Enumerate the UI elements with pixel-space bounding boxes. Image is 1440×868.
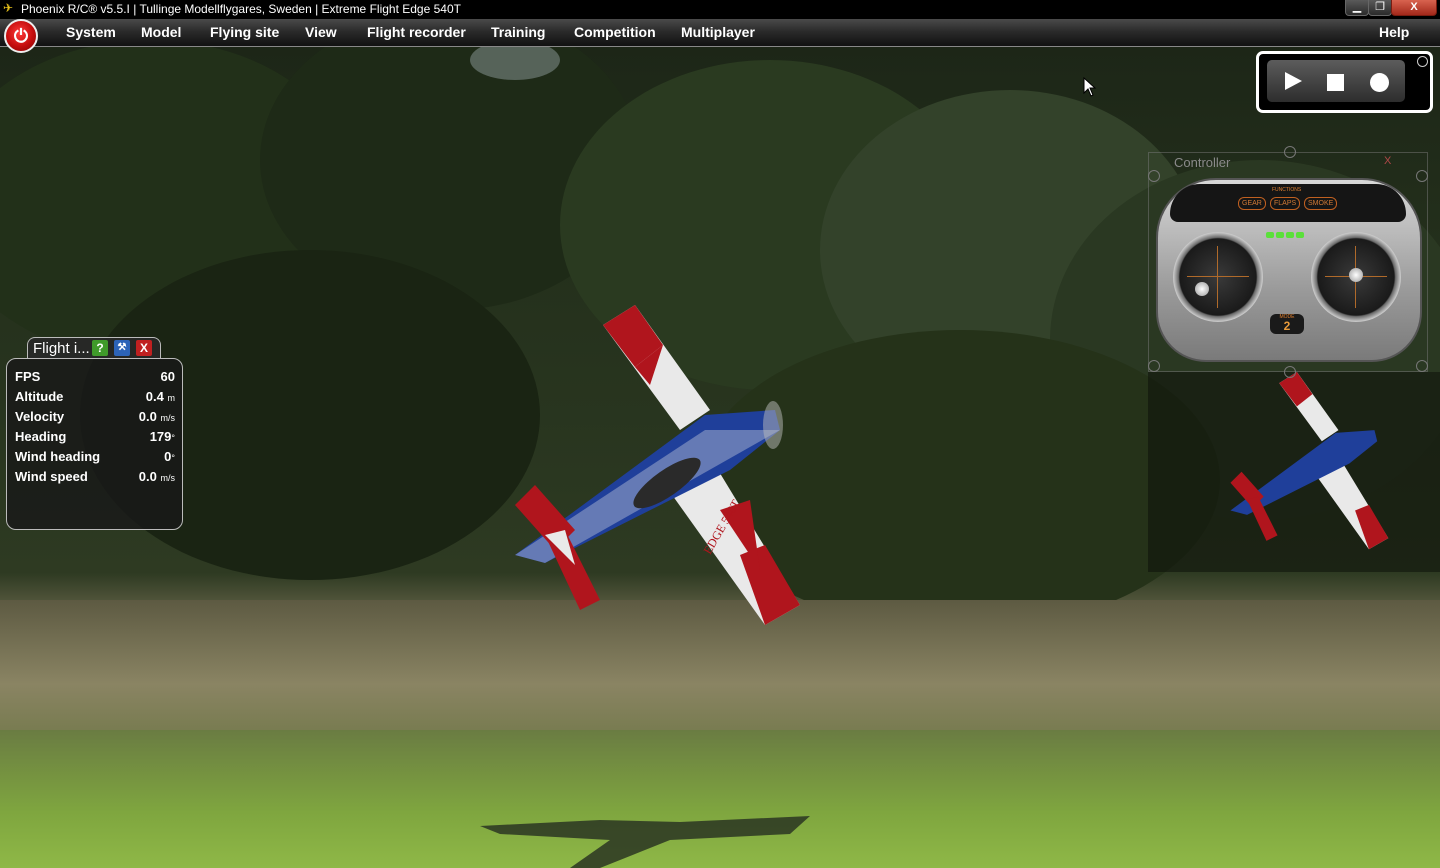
controller-title: Controller (1174, 155, 1231, 170)
fps-label: FPS (15, 369, 41, 384)
resize-handle[interactable] (1416, 360, 1428, 372)
resize-handle[interactable] (1416, 170, 1428, 182)
menu-flying-site[interactable]: Flying site (210, 19, 279, 46)
flight-info-title: Flight i... (33, 340, 90, 357)
fps-value: 60 (160, 369, 175, 384)
play-icon[interactable] (1285, 72, 1302, 90)
right-stick (1349, 268, 1363, 282)
altitude-value: 0.4 m (145, 389, 175, 404)
menu-multiplayer[interactable]: Multiplayer (681, 19, 755, 46)
power-button[interactable]: ⏻ (4, 19, 38, 53)
resize-handle[interactable] (1284, 146, 1296, 158)
velocity-row: Velocity 0.0 m/s (15, 409, 175, 427)
flight-recorder-panel (1256, 51, 1433, 113)
resize-handle[interactable] (1284, 366, 1296, 378)
resize-handle[interactable] (1148, 170, 1160, 182)
controller-close-button[interactable]: X (1384, 155, 1391, 167)
aircraft-edge-540t: EDGE 540T (515, 305, 800, 625)
wind-heading-value: 0° (164, 449, 175, 464)
chase-camera-view (1148, 372, 1440, 572)
recorder-controls (1267, 60, 1405, 102)
left-stick-gimbal (1173, 232, 1263, 322)
altitude-label: Altitude (15, 389, 64, 404)
menu-model[interactable]: Model (141, 19, 181, 46)
menu-flight-recorder[interactable]: Flight recorder (367, 19, 466, 46)
restore-button[interactable]: ❐ (1368, 0, 1392, 16)
mode-indicator: MODE 2 (1270, 314, 1304, 334)
wind-heading-label: Wind heading (15, 449, 101, 464)
record-icon[interactable] (1370, 73, 1389, 92)
battery-leds (1266, 225, 1310, 238)
flight-info-panel: Flight i... ? ⚒ X FPS 60 Altitude 0.4 m … (6, 337, 183, 530)
fps-row: FPS 60 (15, 369, 175, 387)
settings-tools-icon[interactable]: ⚒ (114, 340, 130, 356)
gear-switch: GEAR (1238, 197, 1266, 210)
wind-speed-label: Wind speed (15, 469, 88, 484)
help-button[interactable]: ? (92, 340, 108, 356)
flight-info-close-button[interactable]: X (136, 340, 152, 356)
resize-handle[interactable] (1148, 360, 1160, 372)
flight-info-body: FPS 60 Altitude 0.4 m Velocity 0.0 m/s H… (6, 358, 183, 530)
mode-value: 2 (1283, 319, 1291, 333)
velocity-value: 0.0 m/s (138, 409, 175, 424)
flight-info-tab[interactable]: Flight i... ? ⚒ X (27, 337, 161, 359)
chase-aircraft (1230, 372, 1389, 550)
wind-speed-value: 0.0 m/s (138, 469, 175, 484)
wind-speed-row: Wind speed 0.0 m/s (15, 469, 175, 487)
menu-system[interactable]: System (66, 19, 116, 46)
right-stick-gimbal (1311, 232, 1401, 322)
wind-heading-row: Wind heading 0° (15, 449, 175, 467)
minimize-button[interactable]: ▁ (1345, 0, 1369, 16)
window-title: Phoenix R/C® v5.5.I | Tullinge Modellfly… (21, 2, 461, 16)
left-stick (1195, 282, 1209, 296)
menu-view[interactable]: View (305, 19, 337, 46)
power-icon: ⏻ (13, 26, 29, 46)
heading-label: Heading (15, 429, 67, 444)
mouse-cursor-icon (1083, 77, 1097, 97)
phoenix-app-icon: ✈ (3, 1, 14, 15)
menu-competition[interactable]: Competition (574, 19, 656, 46)
functions-label: FUNCTIONS (1272, 187, 1302, 193)
menu-training[interactable]: Training (491, 19, 545, 46)
heading-row: Heading 179° (15, 429, 175, 447)
stop-icon[interactable] (1327, 74, 1344, 91)
altitude-row: Altitude 0.4 m (15, 389, 175, 407)
menu-help[interactable]: Help (1379, 19, 1409, 46)
heading-value: 179° (149, 429, 175, 444)
recorder-close-icon[interactable] (1417, 56, 1428, 67)
window-title-bar: ✈ Phoenix R/C® v5.5.I | Tullinge Modellf… (0, 0, 1440, 19)
velocity-label: Velocity (15, 409, 65, 424)
aircraft-shadow (480, 816, 810, 868)
controller-window[interactable]: Controller X FUNCTIONS GEAR FLAPS SMOKE … (1148, 146, 1428, 378)
main-menu-bar: ⏻ System Model Flying site View Flight r… (0, 19, 1440, 53)
close-button[interactable]: X (1391, 0, 1437, 16)
flaps-switch: FLAPS (1270, 197, 1301, 210)
smoke-switch: SMOKE (1304, 197, 1338, 210)
